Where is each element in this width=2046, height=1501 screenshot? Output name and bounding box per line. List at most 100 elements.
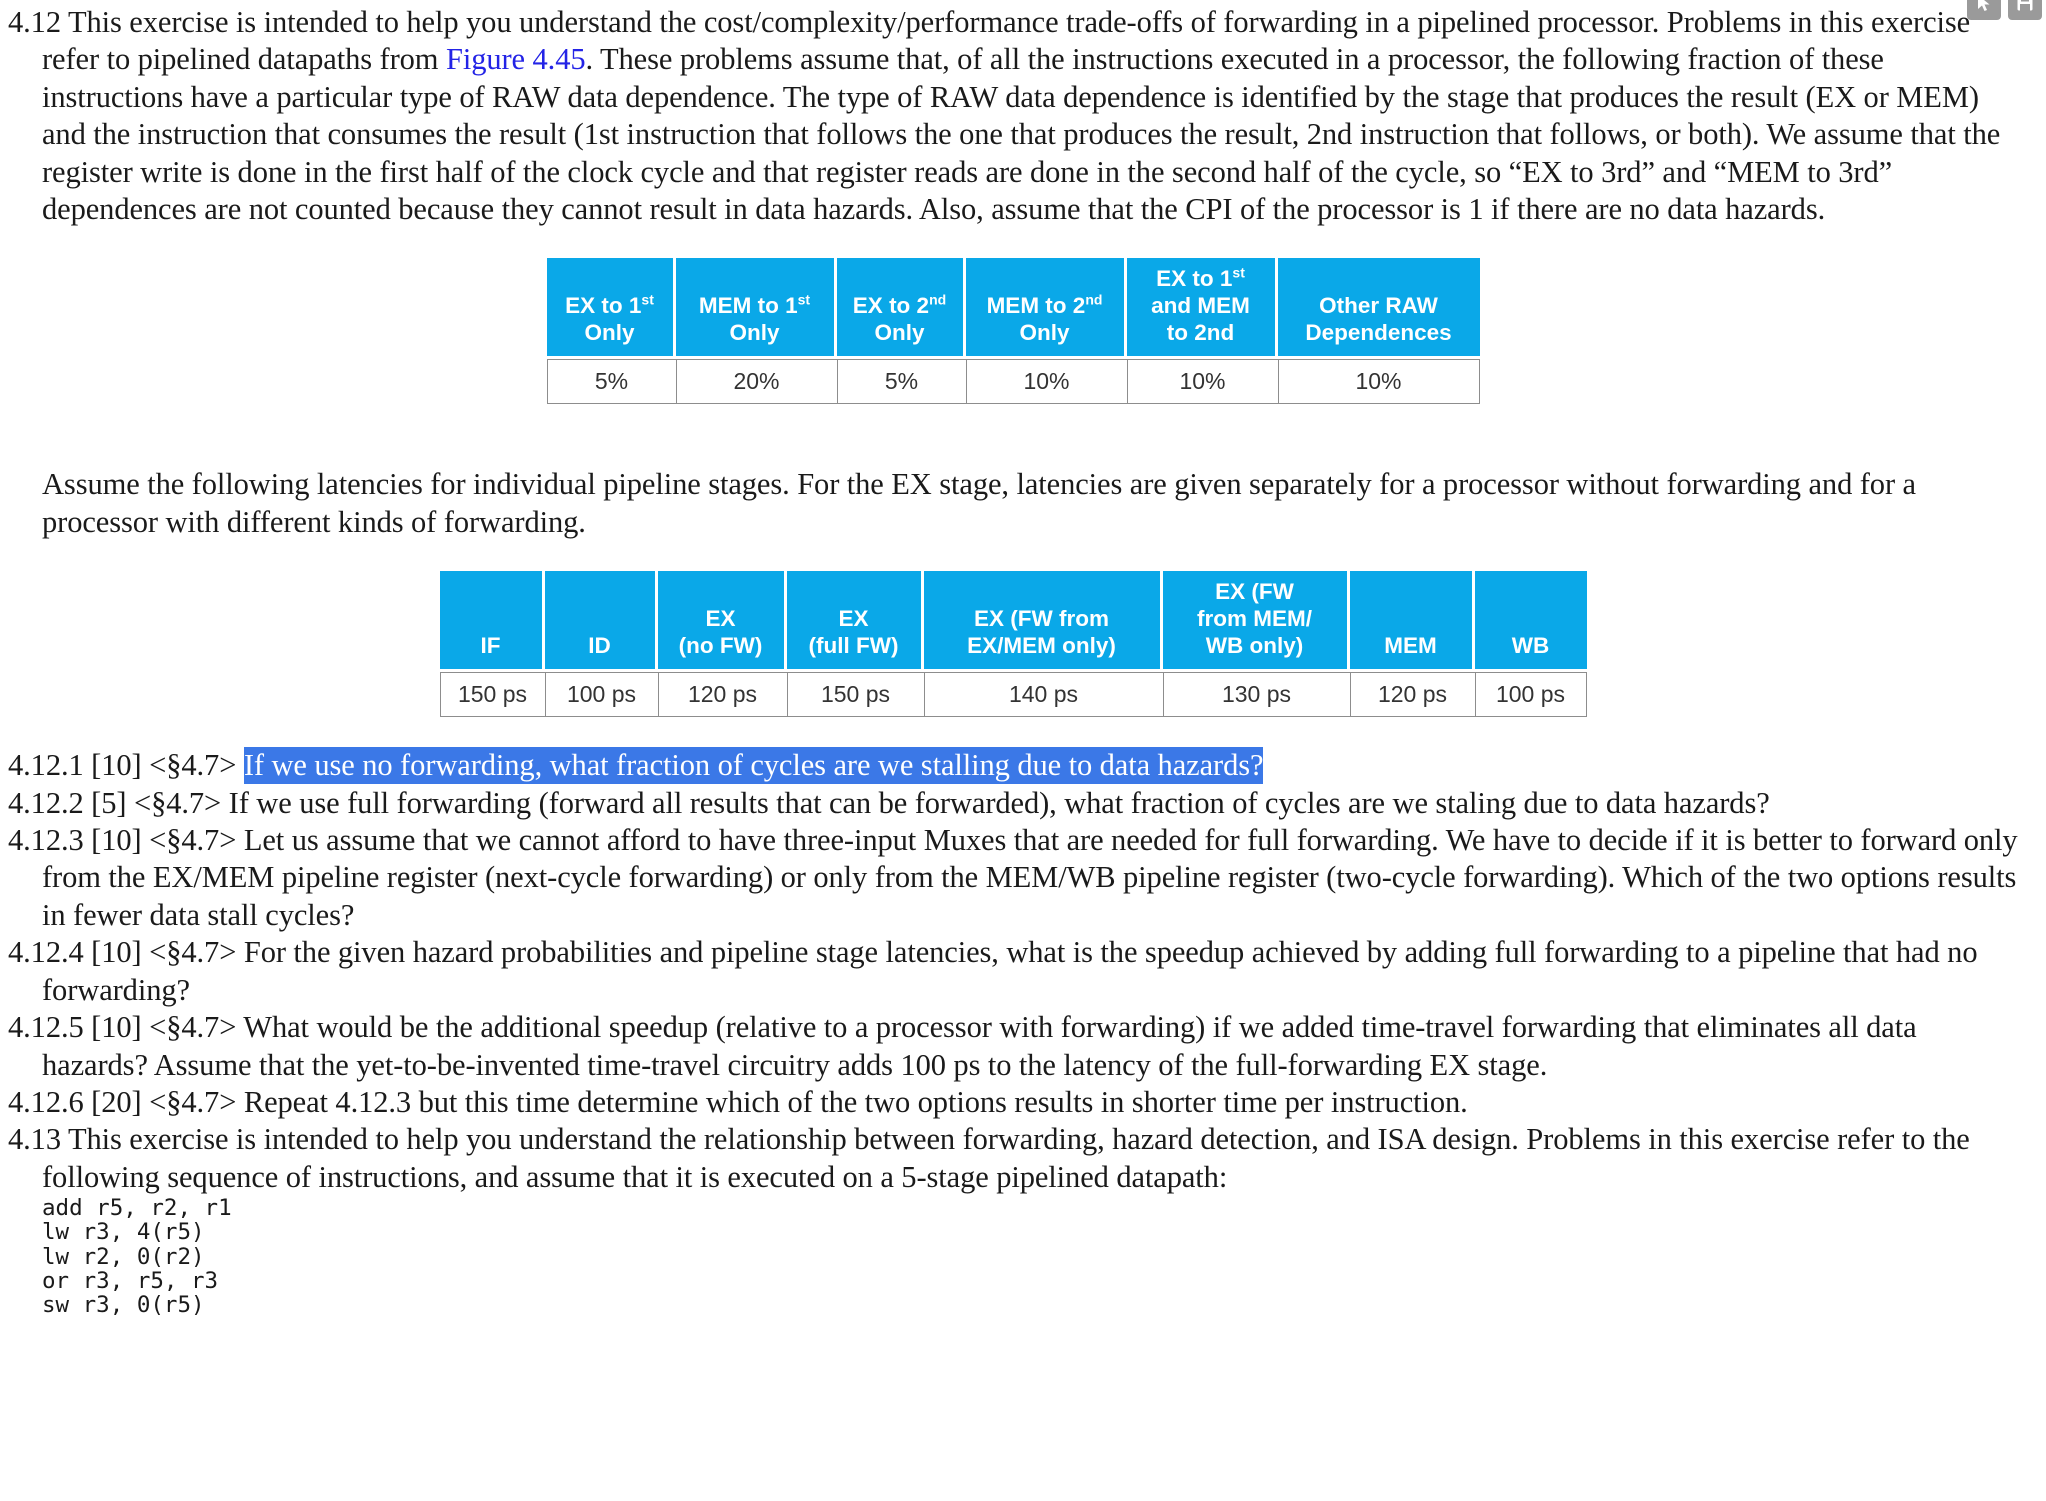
hdr-sup1: st	[641, 291, 654, 308]
figure-445-link[interactable]: Figure 4.45	[446, 42, 586, 76]
hdr-line1: EX (FW	[1215, 579, 1294, 605]
overlay-toolbar[interactable]	[1967, 0, 2042, 20]
hazard-header-cell: EX to 1st and MEM to 2nd	[1126, 258, 1278, 360]
latency-value-cell: 100 ps	[1474, 672, 1587, 718]
hdr-sup1: st	[797, 291, 811, 308]
hdr-line2: Dependences	[1305, 320, 1452, 346]
hazard-header-cell: EX to 1st Only	[546, 258, 676, 360]
hazard-header-cell: MEM to 1st Only	[675, 258, 837, 360]
latency-value-cell: 120 ps	[657, 672, 787, 718]
subproblem-text: Repeat 4.12.3 but this time determine wh…	[243, 1084, 1468, 1119]
hdr-line3: (no FW)	[678, 633, 763, 659]
hdr-line2: EX (FW from	[974, 606, 1109, 632]
hdr-line2: and MEM	[1151, 292, 1250, 318]
subproblem-4-12-3: 4.12.3 [10] <§4.7> Let us assume that we…	[8, 822, 2018, 934]
hazard-fraction-table: EX to 1st Only MEM to 1st Only EX to 2nd…	[546, 258, 1480, 405]
latency-header-cell: EX (full FW)	[786, 571, 924, 673]
subproblem-4-12-4: 4.12.4 [10] <§4.7> For the given hazard …	[8, 934, 2018, 1009]
hdr-line1: EX to 1	[1156, 265, 1233, 291]
hazard-value-cell: 5%	[836, 359, 966, 405]
latency-header-cell: EX (no FW)	[657, 571, 787, 673]
hdr-line3: ID	[588, 633, 611, 659]
save-icon[interactable]	[2008, 0, 2042, 20]
hazard-value-cell: 10%	[1277, 359, 1480, 405]
latency-table-wrapper: IF ID EX (no FW) EX (full FW) EX (FW fro	[8, 571, 2018, 718]
latency-value-cell: 120 ps	[1349, 672, 1475, 718]
hdr-sup1: nd	[1085, 291, 1103, 308]
subproblem-label: 4.12.1 [10] <§4.7>	[8, 748, 244, 783]
subproblem-4-12-6: 4.12.6 [20] <§4.7> Repeat 4.12.3 but thi…	[8, 1084, 2018, 1121]
hdr-line2: EX	[705, 606, 736, 632]
subproblem-text: For the given hazard probabilities and p…	[42, 935, 1978, 1007]
hdr-line3: (full FW)	[808, 633, 899, 659]
hazard-header-cell: Other RAW Dependences	[1277, 258, 1480, 360]
code-line: lw r2, 0(r2)	[42, 1243, 205, 1270]
latency-table-value-row: 150 ps 100 ps 120 ps 150 ps 140 ps 130 p…	[439, 672, 1587, 718]
hdr-line3: WB	[1511, 633, 1550, 659]
hdr-line1: MEM to 1	[698, 293, 798, 319]
subproblem-label: 4.12.3 [10] <§4.7>	[8, 823, 244, 858]
subproblem-text: What would be the additional speedup (re…	[42, 1010, 1917, 1082]
subproblem-label: 4.12.5 [10] <§4.7>	[8, 1010, 244, 1045]
hdr-line3: MEM	[1384, 633, 1437, 659]
latency-value-cell: 100 ps	[544, 672, 658, 718]
hdr-line2: Only	[729, 320, 780, 346]
stage-latency-table: IF ID EX (no FW) EX (full FW) EX (FW fro	[439, 571, 1587, 718]
latency-header-cell: EX (FW from EX/MEM only)	[923, 571, 1163, 673]
latency-value-cell: 150 ps	[439, 672, 545, 718]
hazard-value-cell: 10%	[1126, 359, 1278, 405]
hdr-line1: EX to 2	[852, 293, 930, 319]
latency-header-cell: IF	[439, 571, 545, 673]
latency-value-cell: 150 ps	[786, 672, 924, 718]
hdr-sup1: nd	[929, 291, 947, 308]
hazard-header-cell: MEM to 2nd Only	[965, 258, 1127, 360]
latency-header-cell: MEM	[1349, 571, 1475, 673]
subproblem-label: 4.12.4 [10] <§4.7>	[8, 935, 244, 970]
subproblem-label: 4.12.6 [20] <§4.7>	[8, 1084, 244, 1119]
hdr-sup1: st	[1232, 264, 1245, 281]
latency-header-cell: EX (FW from MEM/ WB only)	[1162, 571, 1350, 673]
hdr-line3: to 2nd	[1166, 319, 1235, 345]
subproblem-4-12-2: 4.12.2 [5] <§4.7> If we use full forward…	[8, 785, 2018, 822]
exercise-413-intro: 4.13 This exercise is intended to help y…	[8, 1122, 1970, 1194]
hdr-line2: Only	[874, 320, 925, 346]
hdr-line2: Only	[1019, 320, 1070, 346]
subproblem-text: Let us assume that we cannot afford to h…	[42, 823, 2018, 932]
hdr-line1: Other RAW	[1319, 293, 1438, 319]
latency-value-cell: 140 ps	[923, 672, 1163, 718]
latency-value-cell: 130 ps	[1162, 672, 1350, 718]
code-line: lw r3, 4(r5)	[42, 1219, 205, 1246]
hdr-line2: from MEM/	[1197, 606, 1312, 632]
latency-header-cell: WB	[1474, 571, 1587, 673]
cursor-select-icon[interactable]	[1967, 0, 2001, 20]
hazard-table-wrapper: EX to 1st Only MEM to 1st Only EX to 2nd…	[8, 258, 2018, 405]
hazard-table-value-row: 5% 20% 5% 10% 10% 10%	[546, 359, 1480, 405]
subproblem-4-12-5: 4.12.5 [10] <§4.7> What would be the add…	[8, 1009, 2018, 1084]
hdr-line3: EX/MEM only)	[967, 633, 1116, 659]
hdr-line2: Only	[584, 320, 635, 346]
document-page: 4.12 This exercise is intended to help y…	[0, 0, 2046, 1317]
hazard-header-cell: EX to 2nd Only	[836, 258, 966, 360]
latency-header-cell: ID	[544, 571, 658, 673]
exercise-412-intro: 4.12 This exercise is intended to help y…	[8, 4, 2018, 228]
hazard-value-cell: 10%	[965, 359, 1127, 405]
instruction-listing: add r5, r2, r1 lw r3, 4(r5) lw r2, 0(r2)…	[8, 1196, 2018, 1317]
subproblem-label: 4.12.2 [5] <§4.7>	[8, 785, 229, 820]
subproblem-4-12-1: 4.12.1 [10] <§4.7> If we use no forwardi…	[8, 747, 2018, 785]
code-line: sw r3, 0(r5)	[42, 1291, 205, 1318]
hazard-value-cell: 20%	[675, 359, 837, 405]
subproblem-text: If we use full forwarding (forward all r…	[228, 785, 1770, 820]
selected-text-highlight[interactable]: If we use no forwarding, what fraction o…	[243, 747, 1264, 785]
code-line: or r3, r5, r3	[42, 1267, 219, 1294]
hdr-line3: IF	[480, 633, 501, 659]
code-line: add r5, r2, r1	[42, 1195, 232, 1222]
hdr-line1: EX to 1	[565, 293, 642, 319]
latency-intro-paragraph: Assume the following latencies for indiv…	[42, 467, 1916, 539]
hdr-line2: EX	[838, 606, 869, 632]
hazard-table-header-row: EX to 1st Only MEM to 1st Only EX to 2nd…	[546, 258, 1480, 360]
